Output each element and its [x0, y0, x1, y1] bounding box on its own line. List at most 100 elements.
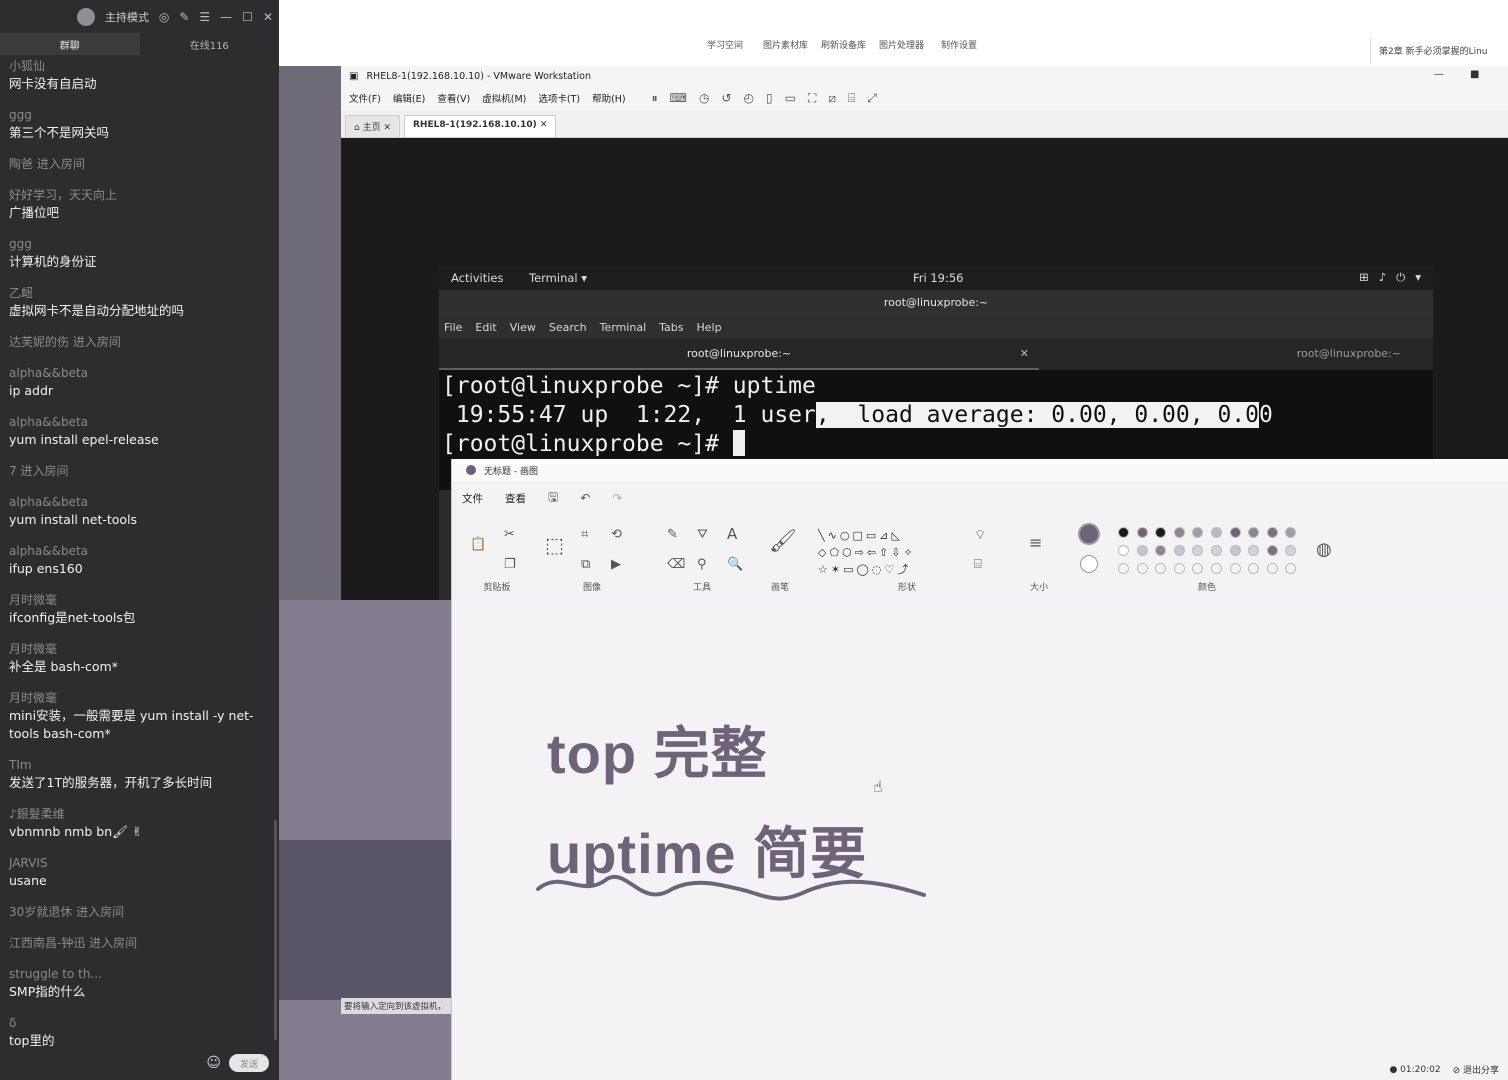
menu-icon[interactable]: ☰ — [199, 10, 210, 24]
eraser-icon[interactable]: ⌫ — [667, 557, 685, 572]
vmware-menu-item[interactable]: 虚拟机(M) — [482, 91, 526, 105]
desktop-tool-2[interactable]: 图片素材库 — [763, 38, 808, 51]
terminal-menu-item[interactable]: View — [510, 321, 536, 334]
menu-file[interactable]: 文件 — [462, 491, 483, 506]
select-icon[interactable]: ⬚ — [545, 533, 564, 557]
palette-swatch[interactable] — [1285, 527, 1297, 538]
desktop-tool-4[interactable]: 图片处理器 — [879, 38, 924, 51]
chat-username[interactable]: JARVIS — [9, 854, 270, 872]
color-picker-icon[interactable]: ⚲ — [697, 557, 707, 572]
cut-icon[interactable]: ✂ — [504, 527, 515, 542]
tab-group-chat[interactable]: 群聊 — [0, 33, 140, 55]
browser-tab[interactable]: 第2章 新手必须掌握的Linu — [1370, 38, 1508, 64]
console-icon[interactable]: ▭ — [785, 91, 796, 106]
brush-icon[interactable]: 🖌 — [769, 529, 797, 554]
palette-swatch[interactable] — [1136, 563, 1148, 574]
close-icon[interactable]: ✕ — [263, 10, 273, 24]
palette-swatch[interactable] — [1248, 527, 1260, 538]
terminal-menu-item[interactable]: Help — [697, 321, 722, 334]
terminal-menu-item[interactable]: Terminal — [600, 321, 647, 334]
chat-username[interactable]: 陶爸 进入房间 — [9, 155, 270, 173]
exit-share-button[interactable]: ⊘ 退出分享 — [1453, 1063, 1499, 1076]
palette-swatch[interactable] — [1211, 527, 1222, 538]
unity-icon[interactable]: ⧄ — [828, 91, 836, 106]
outline-icon[interactable]: ⌔ — [974, 527, 986, 543]
rotate-icon[interactable]: ⟲ — [611, 527, 622, 542]
desktop-tool-3[interactable]: 刷新设备库 — [821, 38, 866, 51]
view-icon[interactable]: ▯ — [766, 91, 773, 106]
flip-icon[interactable]: ▶ — [611, 557, 621, 572]
save-icon[interactable]: 🖫 — [548, 488, 558, 509]
palette-swatch[interactable] — [1248, 545, 1260, 556]
chat-username[interactable]: 小狐仙 — [9, 57, 270, 75]
chat-username[interactable]: TIm — [9, 756, 270, 774]
revert-icon[interactable]: ↺ — [721, 91, 731, 106]
close-tab-icon[interactable]: ✕ — [1020, 338, 1029, 370]
palette-swatch[interactable] — [1192, 545, 1204, 556]
palette-swatch[interactable] — [1248, 563, 1260, 574]
palette-swatch[interactable] — [1173, 527, 1185, 538]
color-2-swatch[interactable] — [1080, 555, 1098, 573]
chat-username[interactable]: struggle to th... — [9, 965, 270, 983]
vmware-menu-item[interactable]: 文件(F) — [349, 91, 381, 105]
terminal-menu-item[interactable]: File — [444, 321, 462, 334]
palette-swatch[interactable] — [1192, 527, 1204, 538]
chat-username[interactable]: δ — [9, 1014, 270, 1032]
chat-username[interactable]: 江西南昌-钟迅 进入房间 — [9, 934, 270, 952]
shapes-gallery[interactable]: ╲∿○□▭⊿◺ ◇⬠⬡⇨⇦⇧⇩✧ ☆✶▭◯◌♡⤴ — [818, 527, 958, 578]
avatar[interactable] — [76, 7, 95, 26]
palette-swatch[interactable] — [1173, 545, 1185, 556]
tab-home[interactable]: ⌂ 主页 ✕ — [345, 115, 400, 137]
vm-maximize-icon[interactable]: ■ — [1470, 69, 1479, 80]
vmware-menu-item[interactable]: 查看(V) — [437, 91, 470, 105]
palette-swatch[interactable] — [1229, 563, 1241, 574]
chat-scrollbar[interactable] — [274, 820, 277, 1040]
magnifier-icon[interactable]: 🔍 — [727, 557, 743, 572]
chat-username[interactable]: ♪銀髮柔维 — [9, 805, 270, 823]
palette-swatch[interactable] — [1155, 527, 1167, 538]
palette-swatch[interactable] — [1192, 563, 1204, 574]
clock[interactable]: Fri 19:56 — [913, 271, 964, 285]
palette-swatch[interactable] — [1266, 545, 1278, 556]
chat-username[interactable]: ggg — [9, 106, 270, 124]
paint-canvas[interactable]: top 完整 uptime 简要 — [452, 599, 1508, 1059]
chat-username[interactable]: 30岁就退休 进入房间 — [9, 903, 270, 921]
system-tray[interactable]: ⊞ ♪ ⏻ ▾ — [1359, 270, 1421, 285]
palette-swatch[interactable] — [1118, 563, 1129, 574]
paste-icon[interactable]: 📋 — [470, 537, 486, 552]
palette-swatch[interactable] — [1136, 527, 1148, 538]
manage-snapshots-icon[interactable]: ◴ — [744, 91, 754, 106]
palette-swatch[interactable] — [1285, 563, 1297, 574]
pencil-icon[interactable]: ✎ — [667, 527, 678, 542]
chat-username[interactable]: 好好学习，天天向上 — [9, 186, 270, 204]
size-icon[interactable]: ≡ — [1029, 533, 1042, 552]
palette-swatch[interactable] — [1118, 545, 1129, 556]
terminal-menu-item[interactable]: Search — [549, 321, 587, 334]
chat-username[interactable]: 月时微毫 — [9, 689, 270, 707]
palette-swatch[interactable] — [1155, 545, 1167, 556]
fullscreen-icon[interactable]: ⛶ — [808, 91, 816, 106]
emoji-icon[interactable]: ☺ — [206, 1055, 221, 1071]
terminal-tab-2[interactable]: root@linuxprobe:~ — [1039, 338, 1433, 370]
palette-swatch[interactable] — [1118, 527, 1129, 538]
undo-icon[interactable]: ↶ — [580, 491, 590, 505]
copy-icon[interactable]: ❐ — [504, 557, 516, 572]
palette-swatch[interactable] — [1285, 545, 1297, 556]
tab-online[interactable]: 在线116 — [140, 33, 280, 55]
chat-username[interactable]: 月时微毫 — [9, 640, 270, 658]
menu-view[interactable]: 查看 — [505, 491, 526, 506]
text-icon[interactable]: A — [727, 525, 737, 543]
stretch-icon[interactable]: ⤢ — [867, 91, 877, 106]
pause-icon[interactable]: ⏸ — [652, 91, 658, 106]
palette-swatch[interactable] — [1136, 545, 1148, 556]
chat-username[interactable]: 乙衄 — [9, 284, 270, 302]
resize-icon[interactable]: ⧉ — [581, 557, 590, 572]
settings-icon[interactable]: ◎ — [159, 10, 169, 24]
terminal-menu-item[interactable]: Tabs — [659, 321, 683, 334]
chat-username[interactable]: 7 进入房间 — [9, 462, 270, 480]
chat-username[interactable]: 达芙妮的伤 进入房间 — [9, 333, 270, 351]
fill-shape-icon[interactable]: ⌸ — [974, 557, 982, 572]
palette-swatch[interactable] — [1211, 563, 1222, 574]
chat-username[interactable]: alpha&&beta — [9, 364, 270, 382]
redo-icon[interactable]: ↷ — [612, 491, 622, 505]
